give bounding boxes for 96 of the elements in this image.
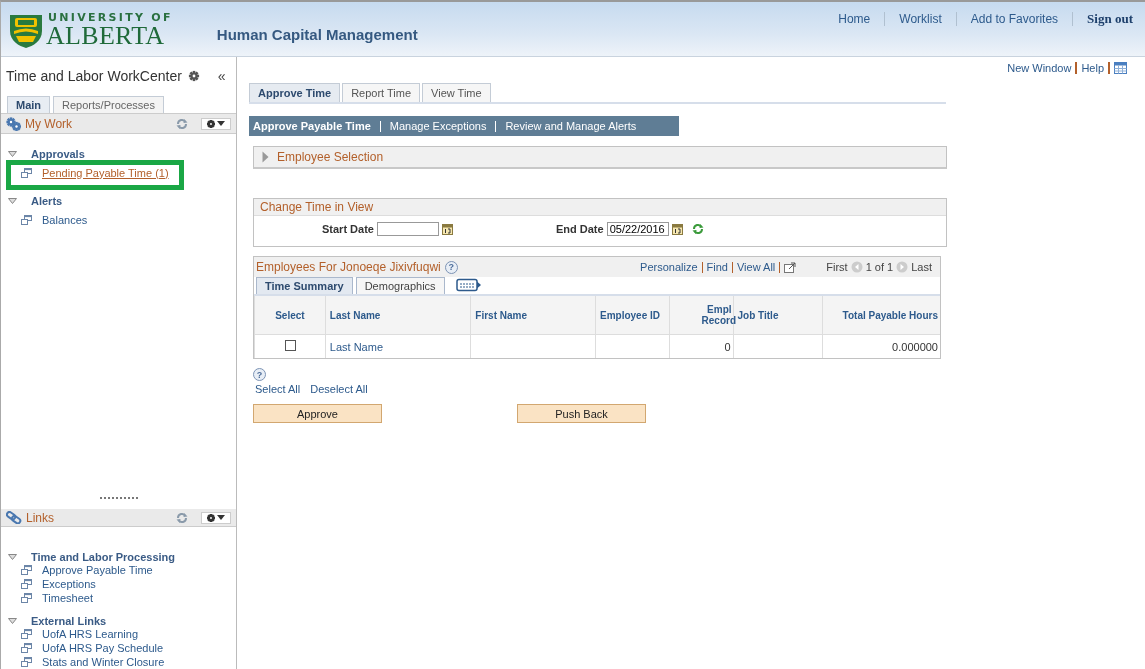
window-icon	[21, 214, 32, 225]
section-heading: Approvals	[31, 147, 85, 160]
caret-icon	[217, 515, 225, 520]
workcenter-title: Time and Labor WorkCenter	[6, 68, 182, 84]
logo-text: ALBERTA	[46, 23, 166, 49]
column-header: Job Title	[737, 309, 779, 321]
subnav-link[interactable]: Manage Exceptions	[389, 120, 487, 132]
link[interactable]: Deselect All	[310, 383, 368, 395]
link[interactable]: Stats and Winter Closure	[42, 656, 165, 668]
expanded-triangle-icon[interactable]	[8, 197, 17, 204]
resize-handle[interactable]	[99, 497, 138, 499]
caret-icon	[217, 121, 225, 126]
column-header: Total Payable Hours	[842, 309, 938, 321]
nav-link[interactable]: Worklist	[884, 12, 956, 26]
sign-out-link[interactable]: Sign out	[1072, 12, 1137, 26]
window-icon	[21, 593, 32, 603]
window-icon	[21, 643, 32, 653]
settings-icon[interactable]	[187, 70, 200, 82]
window-icon	[21, 629, 32, 639]
nav-link[interactable]: Home	[824, 12, 885, 26]
tab[interactable]: View Time	[422, 83, 491, 102]
chain-link-icon	[6, 511, 22, 524]
field-label: Start Date	[322, 223, 374, 235]
refresh-icon[interactable]	[176, 511, 188, 524]
link[interactable]: UofA HRS Pay Schedule	[42, 642, 164, 654]
window-icon	[21, 167, 32, 178]
options-menu-button[interactable]	[201, 511, 231, 524]
link[interactable]: Exceptions	[42, 578, 96, 590]
refresh-icon[interactable]	[176, 117, 188, 130]
column-header: Select	[275, 309, 305, 321]
grid-link[interactable]: Personalize	[640, 261, 698, 273]
link[interactable]: Select All	[255, 383, 301, 395]
pager-last[interactable]: Last	[911, 261, 932, 273]
checkbox[interactable]	[285, 340, 297, 351]
column-header: First Name	[475, 309, 527, 321]
nav-link[interactable]: Add to Favorites	[955, 12, 1073, 26]
zoom-window-icon[interactable]	[784, 261, 797, 273]
help-button[interactable]: ?	[444, 260, 458, 274]
tab[interactable]: Approve Time	[249, 83, 341, 102]
app-title: Human Capital Management	[216, 26, 418, 43]
table-cell: 0.000000	[892, 340, 938, 353]
collapsible-section-header[interactable]: Employee Selection	[253, 146, 947, 169]
panel-title: Change Time in View	[260, 200, 374, 214]
pod-title: My Work	[25, 116, 73, 131]
grid-link[interactable]: View All	[736, 261, 776, 273]
link[interactable]: Timesheet	[42, 592, 93, 604]
help-button[interactable]: ?	[253, 368, 266, 381]
section-heading: Alerts	[31, 194, 63, 207]
section-heading: Time and Labor Processing	[31, 551, 176, 563]
tab[interactable]: Main	[7, 96, 51, 113]
field-label: End Date	[555, 223, 604, 235]
link[interactable]: Last Name	[329, 340, 384, 353]
link[interactable]: Balances	[42, 213, 88, 226]
pager-range: 1 of 1	[865, 261, 894, 273]
gear-icon	[207, 119, 215, 128]
collapse-button[interactable]: «	[217, 68, 226, 84]
calendar-icon[interactable]	[671, 223, 683, 235]
pager-first[interactable]: First	[826, 261, 848, 273]
tab[interactable]: Report Time	[342, 83, 421, 102]
window-icon	[21, 565, 32, 575]
window-icon	[21, 657, 32, 667]
link[interactable]: Pending Payable Time (1)	[42, 166, 169, 179]
gears-icon	[6, 116, 21, 131]
grid-link[interactable]: Find	[706, 261, 728, 273]
customize-page-icon[interactable]	[1114, 62, 1127, 74]
tab[interactable]: Reports/Processes	[53, 96, 164, 113]
link[interactable]: UofA HRS Learning	[42, 628, 138, 640]
window-icon	[21, 579, 32, 589]
column-header: Last Name	[329, 309, 381, 321]
gear-icon	[207, 513, 215, 522]
action-button[interactable]: Push Back	[517, 404, 646, 423]
column-header: Employee ID	[599, 309, 660, 321]
page-link[interactable]: Help	[1081, 62, 1104, 74]
action-button[interactable]: Approve	[253, 404, 382, 423]
section-heading: External Links	[31, 615, 107, 627]
pod-title: Links	[26, 510, 54, 525]
options-menu-button[interactable]	[201, 117, 231, 130]
logo-text: UNIVERSITY OF	[47, 12, 173, 23]
date-field[interactable]	[376, 222, 439, 236]
date-field[interactable]: 05/22/2016	[606, 222, 669, 236]
subnav-link[interactable]: Review and Manage Alerts	[505, 120, 637, 132]
calendar-icon[interactable]	[441, 223, 453, 235]
page-link[interactable]: New Window	[1007, 62, 1072, 74]
refresh-icon[interactable]	[691, 223, 704, 235]
show-all-columns-icon[interactable]	[455, 278, 482, 292]
shield-logo-icon	[9, 12, 43, 49]
section-title: Employee Selection	[277, 150, 384, 164]
expanded-triangle-icon[interactable]	[8, 618, 17, 624]
link[interactable]: Approve Payable Time	[42, 564, 153, 576]
tab[interactable]: Time Summary	[256, 277, 353, 294]
grid-title: Employees For Jonoeqe Jixivfuqwi	[256, 260, 441, 274]
table-cell: 0	[724, 340, 731, 353]
subnav-link[interactable]: Approve Payable Time	[253, 120, 371, 132]
tab[interactable]: Demographics	[355, 277, 445, 294]
expanded-triangle-icon[interactable]	[8, 554, 17, 560]
expanded-triangle-icon[interactable]	[8, 150, 17, 157]
